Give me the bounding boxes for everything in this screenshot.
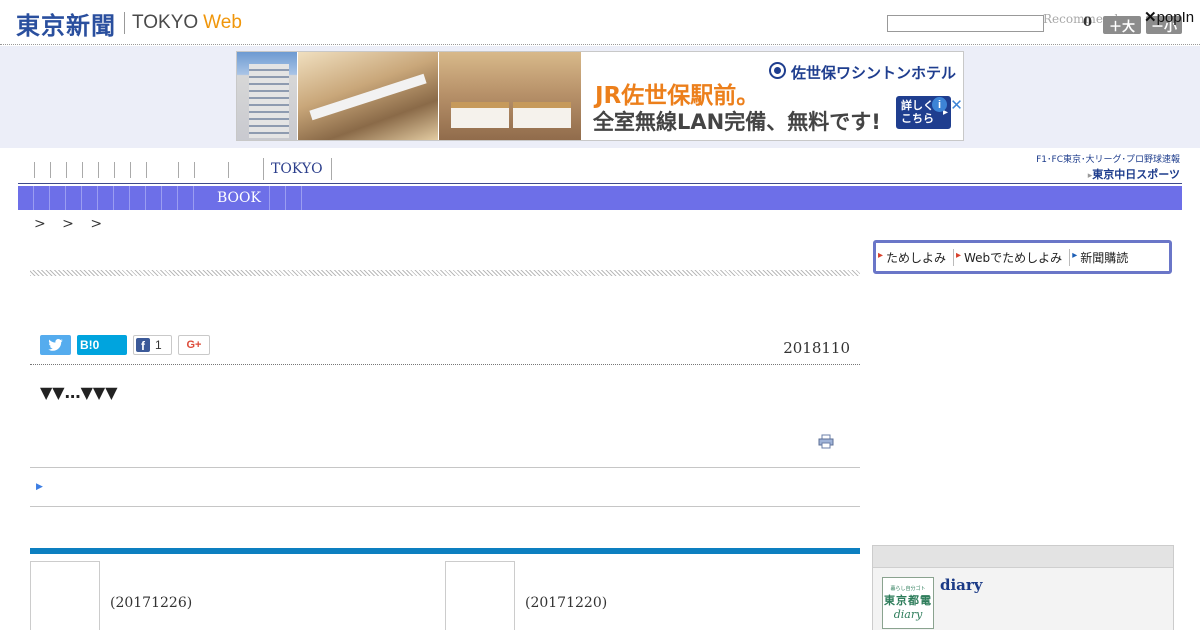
diary-sidebar-box: 暮らし自分ゴト 東京都電 diary diary: [872, 545, 1174, 630]
facebook-count: 1: [155, 338, 162, 352]
hotel-lobby-image: [298, 52, 438, 140]
nav-divider: [50, 162, 51, 178]
article-date: 2018110: [783, 339, 850, 357]
diary-thumbnail[interactable]: 暮らし自分ゴト 東京都電 diary: [882, 577, 934, 629]
twitter-icon: [48, 339, 63, 351]
article-divider: [30, 364, 860, 365]
subscribe-link[interactable]: 新聞購読: [1069, 248, 1135, 266]
google-plus-button[interactable]: G+: [178, 335, 210, 355]
close-icon: ✕: [1144, 9, 1157, 26]
hotel-logo-icon: [769, 62, 786, 79]
nav-tab[interactable]: [285, 186, 286, 210]
related-date: (20171226): [110, 595, 193, 611]
related-thumbnail[interactable]: [445, 561, 515, 630]
nav-tab[interactable]: [113, 186, 114, 210]
logo-jp: 東京新聞: [16, 11, 116, 40]
nav-tab[interactable]: [193, 186, 194, 210]
facebook-share-button[interactable]: f 1: [133, 335, 172, 355]
hatena-bookmark-button[interactable]: B!0: [77, 335, 127, 355]
ad-close-icon[interactable]: ✕: [949, 96, 964, 114]
popin-close[interactable]: ✕popIn: [1144, 8, 1194, 26]
chunichi-sports-link[interactable]: F1･FC東京･大リーグ･プロ野球速報 東京中日スポーツ: [1026, 152, 1180, 182]
nav-tab[interactable]: [301, 186, 302, 210]
ad-banner[interactable]: 佐世保ワシントンホテル JR佐世保駅前。 全室無線LAN完備、無料です! 詳しく…: [236, 51, 964, 141]
fontsize-counter: 0: [1083, 15, 1093, 30]
nav-divider: [34, 162, 35, 178]
diary-thumb-title: 東京都電: [884, 594, 932, 607]
nav-divider: [194, 162, 195, 178]
nav-divider: [130, 162, 131, 178]
nav-tab[interactable]: [161, 186, 162, 210]
nav-tokyo[interactable]: TOKYO: [263, 158, 332, 180]
font-larger-button[interactable]: ＋大: [1103, 16, 1141, 35]
hotel-building-image: [237, 52, 297, 140]
diary-thumb-word: diary: [893, 608, 923, 621]
chunichi-name: 東京中日スポーツ: [1026, 166, 1180, 182]
nav-divider: [66, 162, 67, 178]
related-thumbnail[interactable]: [30, 561, 100, 630]
print-icon[interactable]: [818, 434, 834, 449]
ad-hotel-name: 佐世保ワシントンホテル: [791, 64, 957, 82]
ad-info-icon[interactable]: i: [932, 97, 947, 112]
nav-rule: [18, 183, 1182, 184]
main-nav-bar: BOOK: [18, 186, 1182, 210]
category-nav: TOKYO: [18, 158, 1018, 182]
nav-divider: [98, 162, 99, 178]
ad-subline: 全室無線LAN完備、無料です!: [593, 110, 881, 134]
sidebar-box-header: [873, 546, 1173, 568]
site-logo[interactable]: 東京新聞 TOKYO Web: [16, 8, 242, 40]
nav-divider: [228, 162, 229, 178]
breadcrumb[interactable]: > > >: [34, 216, 102, 232]
logo-divider: [124, 12, 125, 34]
facebook-icon: f: [136, 338, 150, 353]
nav-divider: [146, 162, 147, 178]
ad-band: 佐世保ワシントンホテル JR佐世保駅前。 全室無線LAN完備、無料です! 詳しく…: [0, 46, 1200, 148]
web-trial-link[interactable]: Webでためしよみ: [953, 248, 1069, 266]
related-rule: [30, 548, 860, 554]
nav-tab[interactable]: [97, 186, 98, 210]
nav-tab[interactable]: [177, 186, 178, 210]
diary-title-link[interactable]: diary: [940, 576, 983, 594]
nav-divider: [114, 162, 115, 178]
arrow-right-icon[interactable]: ▶: [36, 482, 43, 492]
site-header: 東京新聞 TOKYO Web Recommend 0 ＋大 －小 ✕popIn: [0, 0, 1200, 45]
article-bottom-rule: [30, 506, 860, 507]
hotel-room-image: [439, 52, 581, 140]
logo-tokyo: TOKYO: [132, 12, 199, 33]
nav-tab-book[interactable]: BOOK: [209, 186, 270, 210]
diary-thumb-tagline: 暮らし自分ゴト: [890, 586, 926, 592]
nav-divider: [82, 162, 83, 178]
article-top-rule: [30, 270, 860, 276]
nav-tab[interactable]: [145, 186, 146, 210]
twitter-share-button[interactable]: [40, 335, 71, 355]
nav-tab[interactable]: [129, 186, 130, 210]
search-input[interactable]: [887, 15, 1044, 32]
subscribe-box: ためしよみ Webでためしよみ 新聞購読: [873, 240, 1172, 274]
nav-tab[interactable]: [49, 186, 50, 210]
related-date: (20171220): [525, 595, 608, 611]
nav-tab[interactable]: [81, 186, 82, 210]
logo-web: Web: [203, 12, 242, 33]
ad-headline: JR佐世保駅前。: [595, 83, 760, 109]
article-title: ▼▼…▼▼▼: [40, 383, 118, 402]
chunichi-tagline: F1･FC東京･大リーグ･プロ野球速報: [1036, 155, 1180, 165]
trial-read-link[interactable]: ためしよみ: [876, 249, 953, 266]
article-bottom-rule: [30, 467, 860, 468]
popin-label: popIn: [1156, 9, 1195, 26]
nav-tab[interactable]: [65, 186, 66, 210]
nav-tab[interactable]: [33, 186, 34, 210]
nav-divider: [178, 162, 179, 178]
ad-more-line2: こちら: [901, 112, 934, 125]
